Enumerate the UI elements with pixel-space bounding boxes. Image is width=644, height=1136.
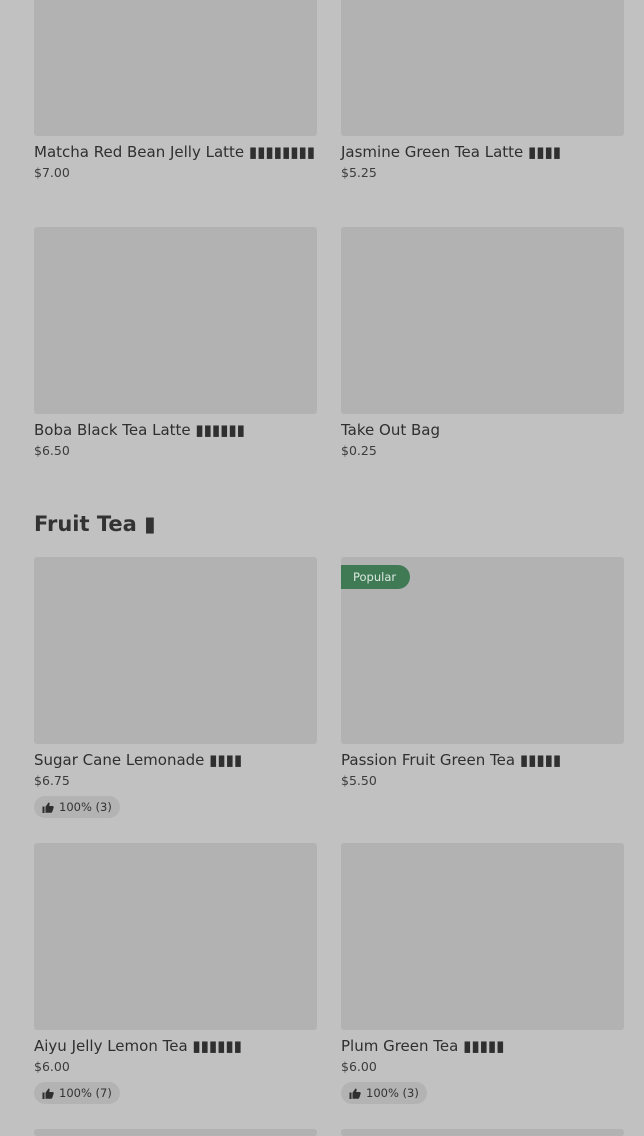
- menu-item-card[interactable]: Matcha Red Bean Jelly Latte ▮▮▮▮▮▮▮▮ $7.…: [34, 0, 317, 182]
- menu-item-image: [341, 843, 624, 1030]
- menu-item-name: Passion Fruit Green Tea ▮▮▮▮▮: [341, 751, 562, 769]
- menu-item-price: $6.00: [34, 1059, 70, 1074]
- menu-item-card[interactable]: [341, 1129, 624, 1136]
- rating-text: 100% (3): [59, 800, 112, 814]
- menu-item-name: Boba Black Tea Latte ▮▮▮▮▮▮: [34, 421, 245, 439]
- rating-badge: 100% (3): [34, 796, 120, 818]
- menu-item-name: Jasmine Green Tea Latte ▮▮▮▮: [341, 143, 562, 161]
- menu-item-card[interactable]: Popular Passion Fruit Green Tea ▮▮▮▮▮ $5…: [341, 557, 624, 790]
- menu-item-card[interactable]: Take Out Bag $0.25: [341, 227, 624, 460]
- menu-item-price: $6.50: [34, 443, 70, 458]
- menu-item-price: $6.00: [341, 1059, 377, 1074]
- rating-text: 100% (3): [366, 1086, 419, 1100]
- menu-item-image: [34, 227, 317, 414]
- menu-item-name: Matcha Red Bean Jelly Latte ▮▮▮▮▮▮▮▮: [34, 143, 315, 161]
- menu-item-name: Take Out Bag: [341, 421, 440, 439]
- thumbs-up-icon: [349, 1088, 361, 1099]
- menu-item-image: [34, 843, 317, 1030]
- rating-badge: 100% (3): [341, 1082, 427, 1104]
- menu-item-price: $5.50: [341, 773, 377, 788]
- menu-item-card[interactable]: Plum Green Tea ▮▮▮▮▮ $6.00 100% (3): [341, 843, 624, 1104]
- menu-item-price: $5.25: [341, 165, 377, 180]
- menu-item-image: [341, 1129, 624, 1136]
- menu-item-image: [341, 0, 624, 136]
- menu-item-image: [34, 0, 317, 136]
- menu-item-card[interactable]: Boba Black Tea Latte ▮▮▮▮▮▮ $6.50: [34, 227, 317, 460]
- menu-item-price: $0.25: [341, 443, 377, 458]
- menu-item-card[interactable]: [34, 1129, 317, 1136]
- menu-item-image: [341, 227, 624, 414]
- menu-item-name: Plum Green Tea ▮▮▮▮▮: [341, 1037, 505, 1055]
- popular-badge: Popular: [341, 565, 411, 589]
- menu-item-card[interactable]: Aiyu Jelly Lemon Tea ▮▮▮▮▮▮ $6.00 100% (…: [34, 843, 317, 1104]
- rating-badge: 100% (7): [34, 1082, 120, 1104]
- menu-item-image: [34, 557, 317, 744]
- menu-item-card[interactable]: Jasmine Green Tea Latte ▮▮▮▮ $5.25: [341, 0, 624, 182]
- section-title: Fruit Tea ▮: [34, 512, 156, 536]
- rating-text: 100% (7): [59, 1086, 112, 1100]
- thumbs-up-icon: [42, 1088, 54, 1099]
- menu-item-card[interactable]: Sugar Cane Lemonade ▮▮▮▮ $6.75 100% (3): [34, 557, 317, 818]
- menu-item-price: $7.00: [34, 165, 70, 180]
- menu-item-image: Popular: [341, 557, 624, 744]
- menu-item-image: [34, 1129, 317, 1136]
- menu-item-name: Aiyu Jelly Lemon Tea ▮▮▮▮▮▮: [34, 1037, 242, 1055]
- menu-item-price: $6.75: [34, 773, 70, 788]
- thumbs-up-icon: [42, 802, 54, 813]
- menu-item-name: Sugar Cane Lemonade ▮▮▮▮: [34, 751, 243, 769]
